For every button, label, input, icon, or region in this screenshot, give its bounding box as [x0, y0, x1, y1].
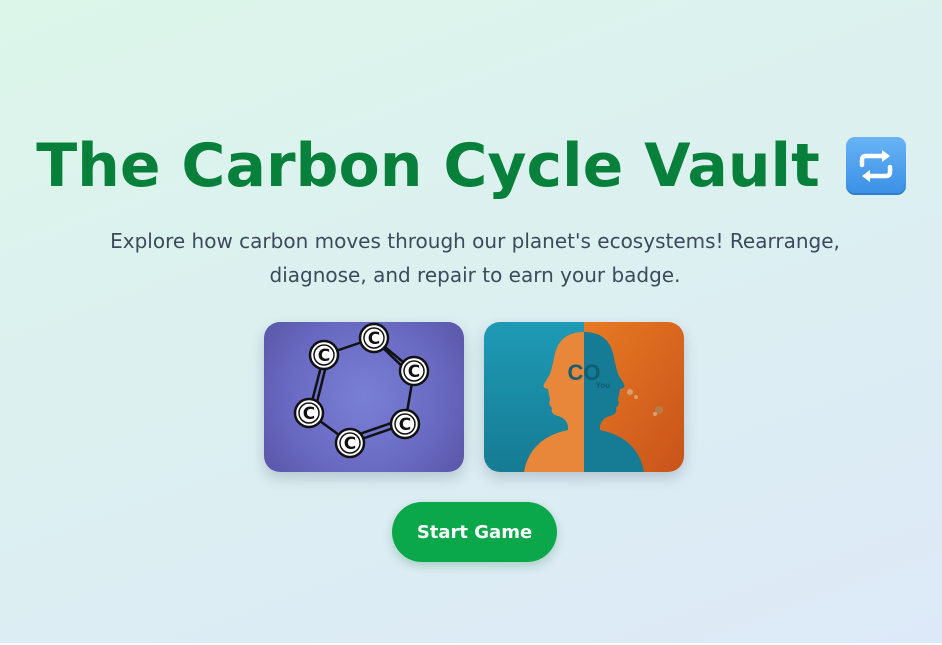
svg-text:C: C: [344, 434, 356, 454]
page-title: The Carbon Cycle Vault: [36, 131, 820, 201]
intro-text: Explore how carbon moves through our pla…: [110, 229, 840, 287]
co2-faces-illustration-icon: CO You: [484, 322, 684, 472]
start-game-button[interactable]: Start Game: [392, 502, 557, 562]
svg-text:C: C: [368, 329, 380, 349]
svg-text:C: C: [303, 404, 315, 424]
co2-people-image: CO You: [484, 322, 684, 472]
carbon-ring-molecule-icon: C C C C C C: [293, 322, 430, 459]
svg-text:C: C: [318, 346, 330, 366]
repeat-arrows-icon: [845, 137, 906, 195]
svg-text:You: You: [596, 381, 611, 390]
svg-text:C: C: [408, 362, 420, 382]
svg-text:C: C: [399, 415, 411, 435]
title-row: The Carbon Cycle Vault: [0, 130, 942, 202]
carbon-molecule-image: C C C C C C: [264, 322, 464, 472]
